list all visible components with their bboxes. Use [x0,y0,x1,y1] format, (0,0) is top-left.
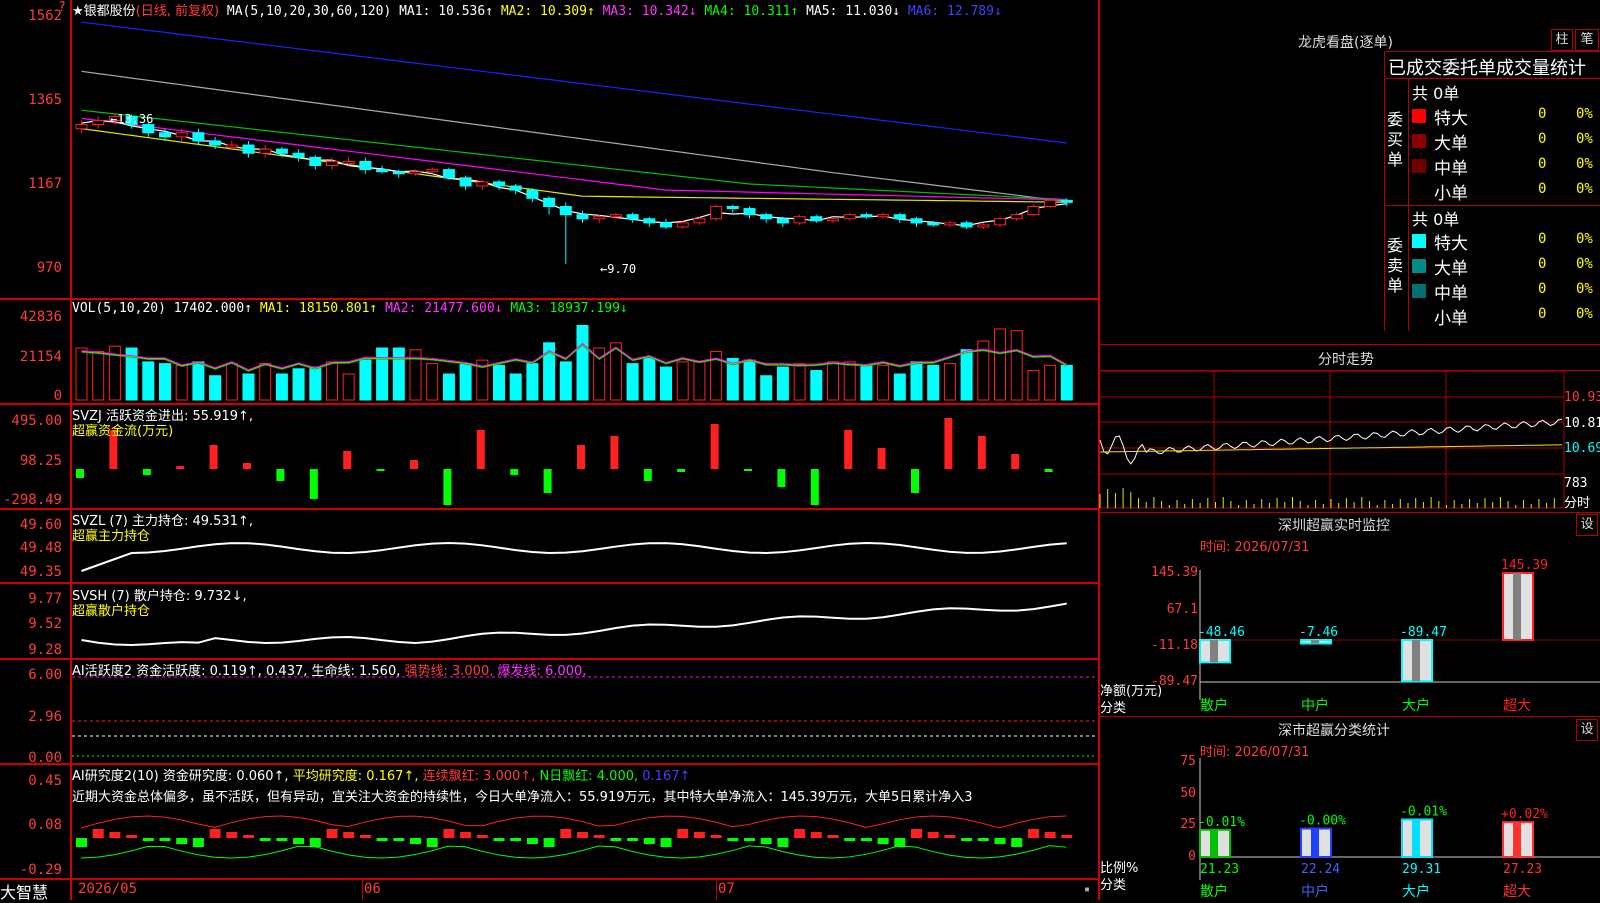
classify-chart: -0.01% 21.23 散户 -0.00% 22.24 中户 -0.01% 29.31 大户 +… [1198,758,1600,900]
classify-delta-label: -0.01% [1400,804,1447,819]
classify-bar-shade [1412,819,1420,857]
classify-value-label: 29.31 [1402,862,1441,877]
classify-bar-shade [1210,829,1218,857]
classify-value-label: 22.24 [1301,862,1340,877]
classify-delta-label: -0.00% [1299,814,1346,829]
classify-value-label: 21.23 [1200,862,1239,877]
classify-category-label: 大户 [1402,883,1430,900]
classify-category-label: 中户 [1301,883,1329,900]
classify-category-label: 散户 [1200,883,1228,900]
classify-delta-label: -0.01% [1198,815,1245,830]
classify-value-label: 27.23 [1503,862,1542,877]
classify-bar-shade [1513,822,1521,857]
classify-bar-shade [1311,828,1319,857]
classify-delta-label: +0.02% [1501,807,1548,822]
classify-category-label: 超大 [1503,884,1531,900]
